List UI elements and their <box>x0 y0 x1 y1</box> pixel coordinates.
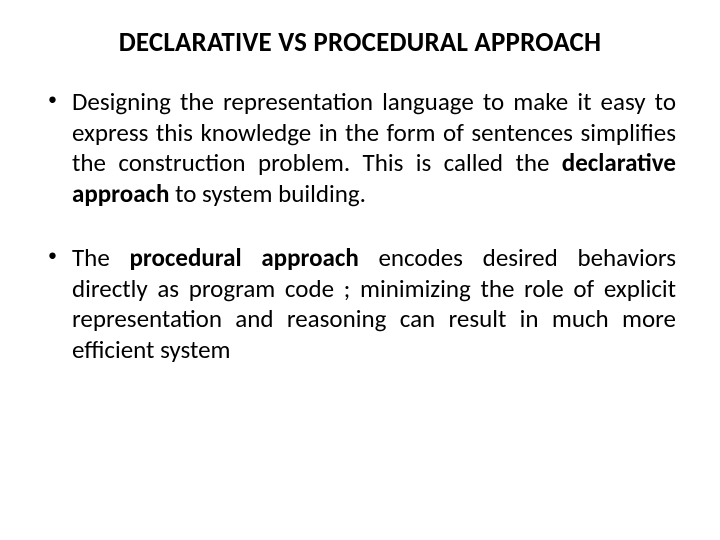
bullet-list: Designing the representation language to… <box>44 87 676 365</box>
list-item: The procedural approach encodes desired … <box>44 243 676 365</box>
slide-title: DECLARATIVE VS PROCEDURAL APPROACH <box>44 26 676 59</box>
bullet-text-pre: The <box>72 242 129 273</box>
slide: DECLARATIVE VS PROCEDURAL APPROACH Desig… <box>0 0 720 540</box>
bullet-text-bold: procedural approach <box>129 242 358 273</box>
bullet-text-post: to system building. <box>169 178 366 209</box>
list-item: Designing the representation language to… <box>44 87 676 209</box>
